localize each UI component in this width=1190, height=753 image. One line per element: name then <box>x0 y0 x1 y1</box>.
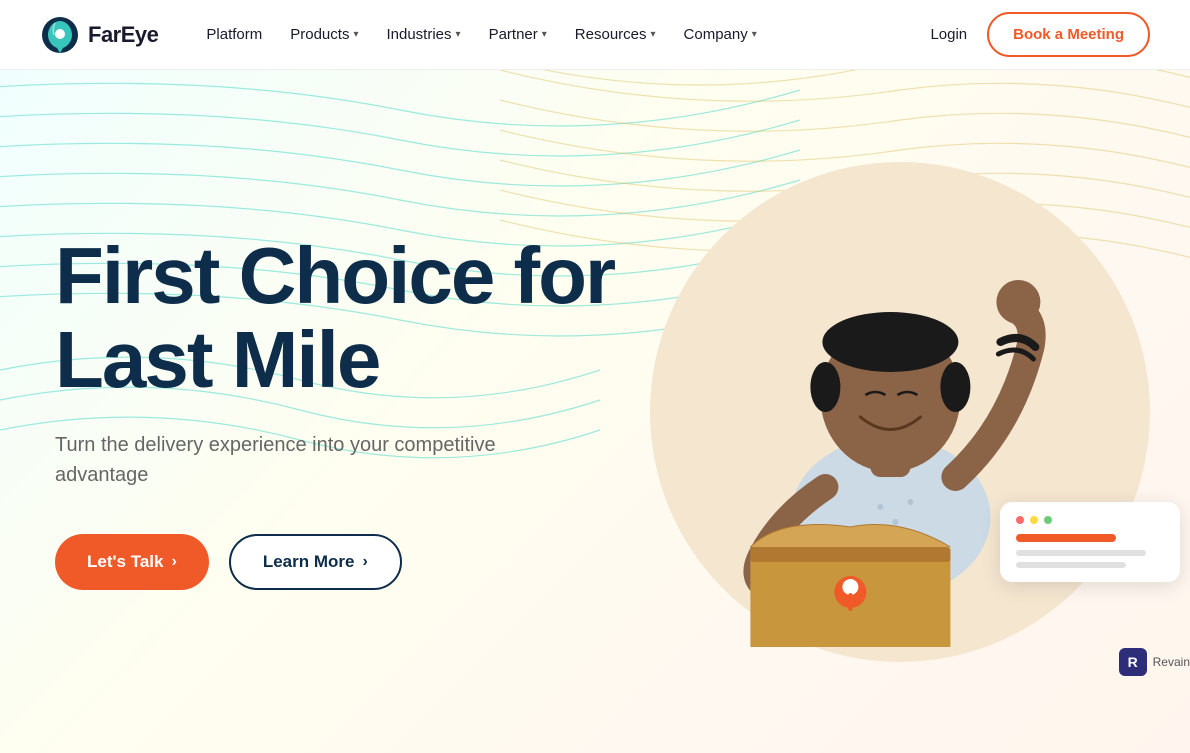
navbar-left: FarEye Platform Products ▾ Industries ▾ … <box>40 15 769 55</box>
hero-subtitle: Turn the delivery experience into your c… <box>55 430 575 490</box>
card-bar-1 <box>1016 550 1146 556</box>
resources-chevron-icon: ▾ <box>651 29 656 40</box>
products-chevron-icon: ▾ <box>353 29 358 40</box>
lets-talk-button[interactable]: Let's Talk › <box>55 534 209 590</box>
card-bar-2 <box>1016 562 1126 568</box>
nav-partner[interactable]: Partner ▾ <box>477 18 559 51</box>
nav-resources[interactable]: Resources ▾ <box>563 18 668 51</box>
delivery-info-card <box>1000 502 1180 582</box>
revain-badge: R Revain <box>1119 648 1190 676</box>
partner-chevron-icon: ▾ <box>542 29 547 40</box>
navbar-right: Login Book a Meeting <box>930 12 1150 57</box>
hero-content: First Choice for Last Mile Turn the deli… <box>0 70 655 753</box>
fareye-logo-icon <box>40 15 80 55</box>
nav-links: Platform Products ▾ Industries ▾ Partner… <box>194 18 768 51</box>
company-chevron-icon: ▾ <box>752 29 757 40</box>
navbar: FarEye Platform Products ▾ Industries ▾ … <box>0 0 1190 70</box>
revain-icon: R <box>1119 648 1147 676</box>
nav-company[interactable]: Company ▾ <box>672 18 769 51</box>
learn-more-arrow-icon: › <box>362 553 367 571</box>
card-progress-red <box>1016 534 1116 542</box>
hero-title: First Choice for Last Mile <box>55 234 615 402</box>
industries-chevron-icon: ▾ <box>456 29 461 40</box>
revain-text: Revain <box>1153 655 1190 669</box>
nav-products[interactable]: Products ▾ <box>278 18 370 51</box>
login-button[interactable]: Login <box>930 26 967 43</box>
card-dot-yellow <box>1030 516 1038 524</box>
card-dot-red <box>1016 516 1024 524</box>
logo-text: FarEye <box>88 22 158 48</box>
card-dots <box>1016 516 1164 524</box>
hero-section: First Choice for Last Mile Turn the deli… <box>0 70 1190 753</box>
nav-industries[interactable]: Industries ▾ <box>374 18 472 51</box>
card-dot-green <box>1044 516 1052 524</box>
hero-buttons: Let's Talk › Learn More › <box>55 534 615 590</box>
learn-more-button[interactable]: Learn More › <box>229 534 402 590</box>
nav-platform[interactable]: Platform <box>194 18 274 51</box>
logo[interactable]: FarEye <box>40 15 158 55</box>
lets-talk-arrow-icon: › <box>171 553 176 571</box>
book-meeting-button[interactable]: Book a Meeting <box>987 12 1150 57</box>
hero-image-area: R Revain <box>590 132 1190 692</box>
